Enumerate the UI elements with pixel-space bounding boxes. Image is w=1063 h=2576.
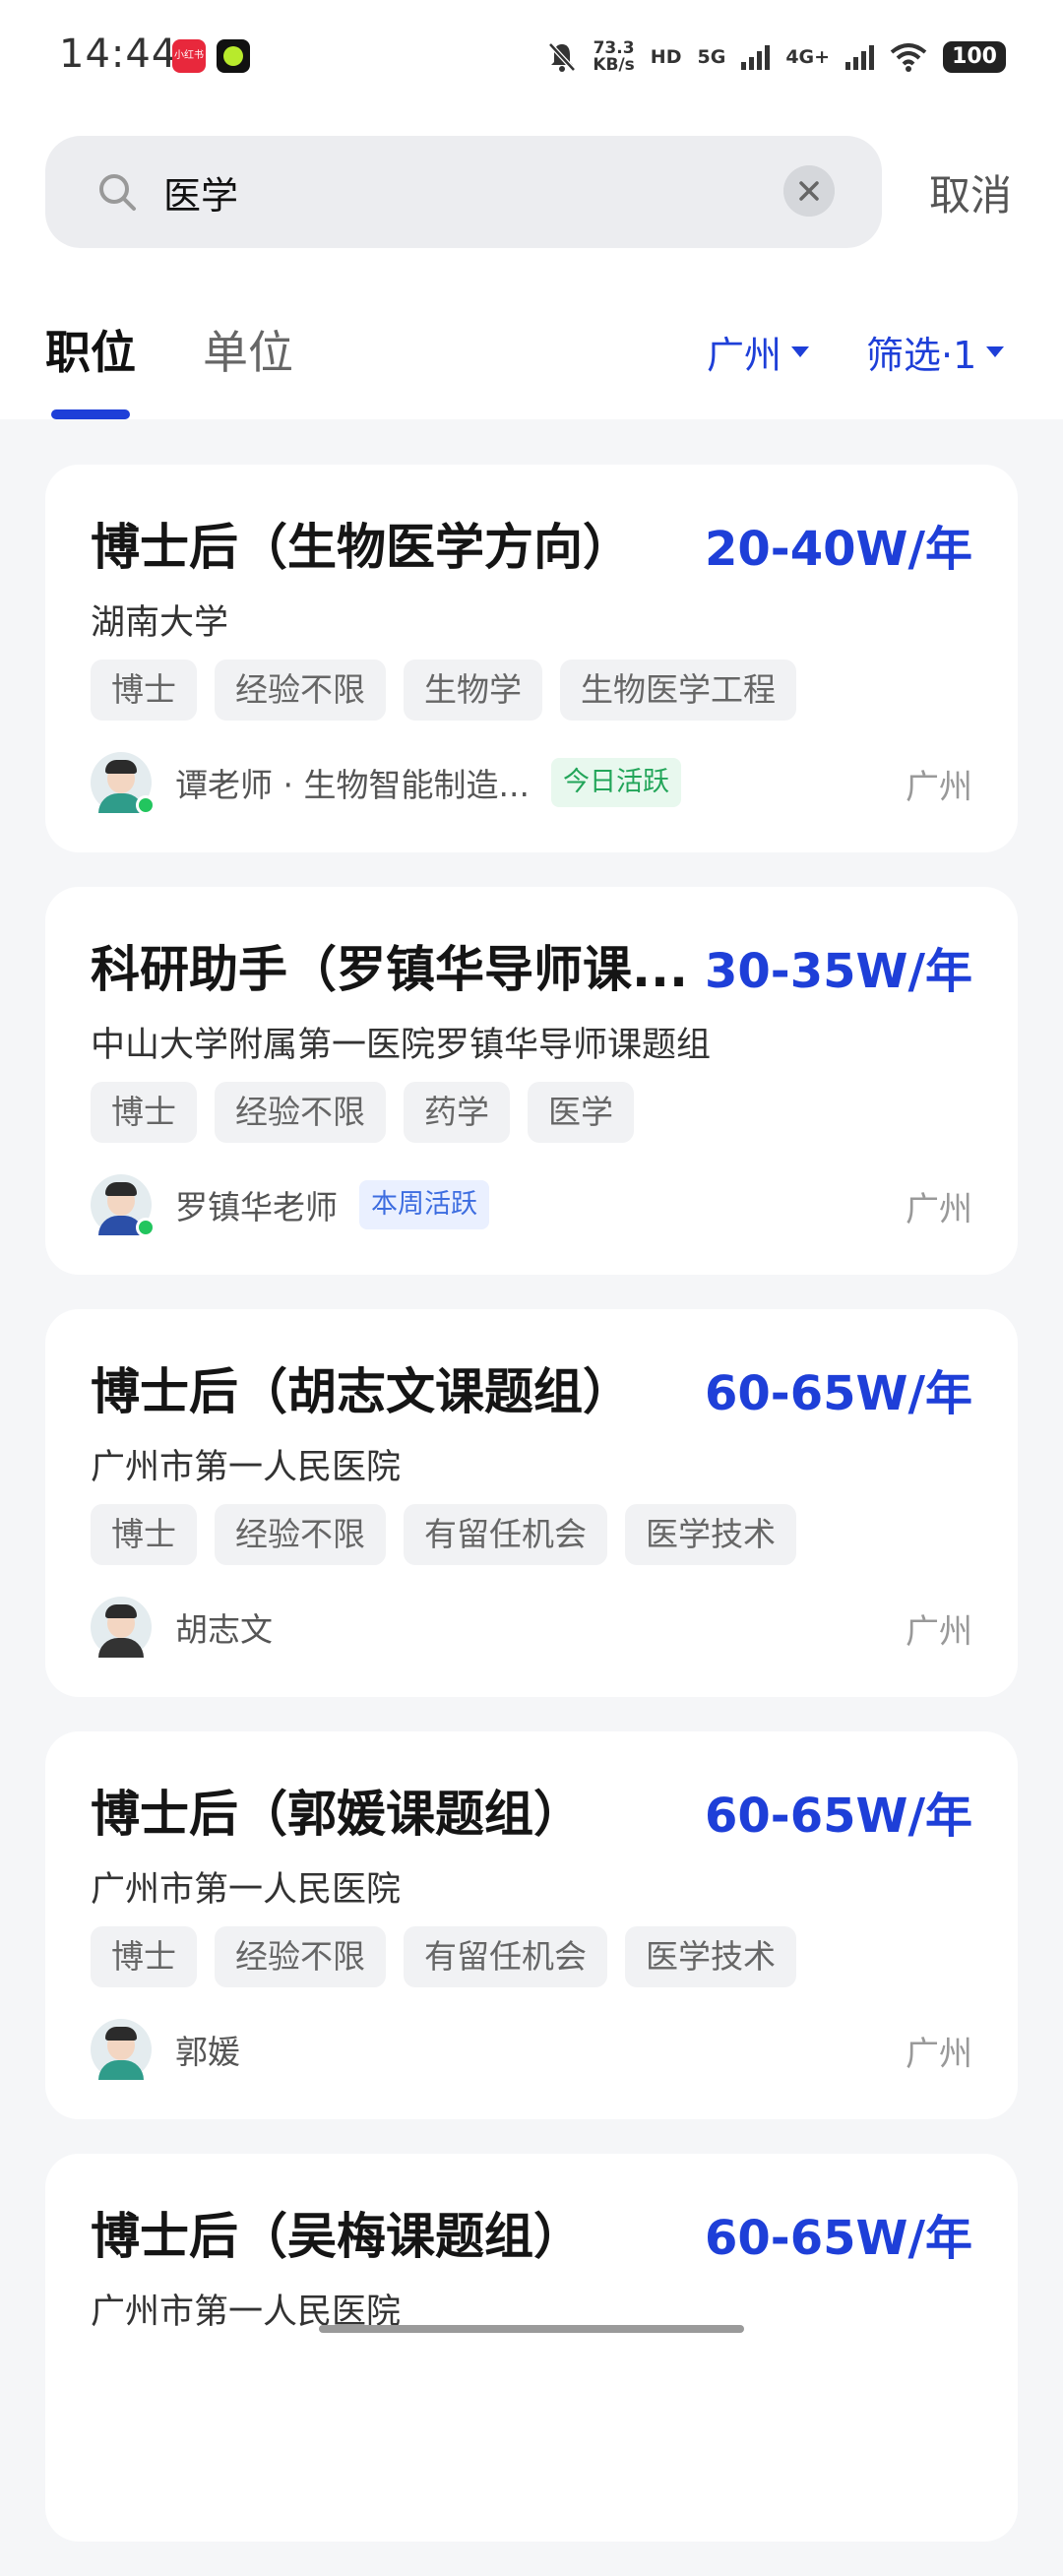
job-tag: 有留任机会 (404, 1926, 607, 1987)
hd-voice-icon: HD (650, 46, 682, 68)
job-tag: 经验不限 (215, 1926, 386, 1987)
job-tag: 博士 (91, 1082, 197, 1143)
job-salary: 30-35W/年 (705, 944, 972, 999)
recruiter-row: 罗镇华老师 本周活跃 (91, 1172, 489, 1237)
recruiter-avatar (91, 1174, 156, 1237)
job-tag: 医学技术 (625, 1926, 796, 1987)
recruiter-name: 罗镇华老师 (175, 1188, 338, 1226)
online-status-dot (136, 795, 156, 815)
recruiter-avatar (91, 752, 156, 815)
job-card[interactable]: 博士后（生物医学方向） 20-40W/年 湖南大学 博士 经验不限 生物学 生物… (45, 465, 1018, 852)
filter-label: 筛选·1 (866, 334, 977, 377)
job-tags: 博士 经验不限 药学 医学 (91, 1082, 634, 1143)
job-title: 博士后（生物医学方向） (91, 519, 632, 576)
job-salary: 60-65W/年 (705, 1789, 972, 1844)
job-tag: 经验不限 (215, 660, 386, 721)
job-organization: 广州市第一人民医院 (91, 1870, 402, 1910)
job-city: 广州 (906, 768, 972, 807)
job-tag: 医学技术 (625, 1504, 796, 1565)
job-tag: 有留任机会 (404, 1504, 607, 1565)
job-salary: 60-65W/年 (705, 2211, 972, 2266)
job-title: 博士后（吴梅课题组） (91, 2208, 583, 2265)
job-tag: 生物医学工程 (560, 660, 796, 721)
home-indicator[interactable] (319, 2325, 744, 2333)
recruiter-avatar (91, 1597, 152, 1658)
job-card[interactable]: 博士后（郭媛课题组） 60-65W/年 广州市第一人民医院 博士 经验不限 有留… (45, 1731, 1018, 2119)
job-card[interactable]: 科研助手（罗镇华导师课... 30-35W/年 中山大学附属第一医院罗镇华导师课… (45, 887, 1018, 1275)
recruiter-row: 胡志文 (91, 1595, 273, 1660)
tab-organizations[interactable]: 单位 (203, 317, 293, 382)
job-card[interactable]: 博士后（胡志文课题组） 60-65W/年 广州市第一人民医院 博士 经验不限 有… (45, 1309, 1018, 1697)
job-tag: 博士 (91, 1926, 197, 1987)
job-tag: 博士 (91, 660, 197, 721)
sim2-network-label: 4G+ (785, 46, 831, 68)
city-filter-dropdown[interactable]: 广州 (707, 325, 810, 379)
status-bar: 14:44 小红书 73.3 KB/s HD 5G 4G+ 100 (0, 0, 1063, 116)
job-tags: 博士 经验不限 生物学 生物医学工程 (91, 660, 796, 721)
job-organization: 湖南大学 (91, 603, 229, 643)
job-list: 博士后（生物医学方向） 20-40W/年 湖南大学 博士 经验不限 生物学 生物… (45, 465, 1018, 2576)
clear-search-icon[interactable] (783, 165, 835, 217)
status-time: 14:44 (59, 31, 178, 77)
wifi-icon (890, 43, 927, 72)
search-icon (99, 174, 136, 211)
header-area: 14:44 小红书 73.3 KB/s HD 5G 4G+ 100 医学 取消 … (0, 0, 1063, 419)
filter-dropdown[interactable]: 筛选·1 (866, 325, 1005, 379)
job-tag: 博士 (91, 1504, 197, 1565)
job-tag: 医学 (528, 1082, 634, 1143)
activity-badge: 本周活跃 (359, 1180, 489, 1229)
online-status-dot (136, 1218, 156, 1237)
caret-down-icon (791, 346, 810, 357)
caret-down-icon (986, 346, 1005, 357)
job-city: 广州 (906, 1612, 972, 1652)
search-input[interactable] (163, 161, 793, 222)
recruiter-row: 郭媛 (91, 2017, 240, 2082)
job-title: 博士后（胡志文课题组） (91, 1363, 632, 1420)
job-city: 广州 (906, 1190, 972, 1229)
city-filter-label: 广州 (707, 334, 782, 377)
signal-bars-icon-2 (845, 44, 875, 70)
recruiter-name: 谭老师 · 生物智能制造... (175, 766, 530, 804)
job-salary: 60-65W/年 (705, 1366, 972, 1421)
activity-badge: 今日活跃 (550, 758, 681, 807)
recruiter-row: 谭老师 · 生物智能制造... 今日活跃 (91, 750, 681, 815)
xiaohongshu-app-icon: 小红书 (172, 39, 206, 73)
job-tags: 博士 经验不限 有留任机会 医学技术 (91, 1926, 796, 1987)
job-tag: 经验不限 (215, 1504, 386, 1565)
job-title: 博士后（郭媛课题组） (91, 1786, 583, 1843)
job-tag: 生物学 (404, 660, 542, 721)
recruiter-name: 郭媛 (175, 2033, 240, 2071)
job-salary: 20-40W/年 (705, 522, 972, 577)
network-speed: 73.3 KB/s (593, 38, 635, 75)
sim1-network-label: 5G (697, 46, 726, 68)
app-notification-icon (217, 39, 250, 73)
job-tags: 博士 经验不限 有留任机会 医学技术 (91, 1504, 796, 1565)
job-organization: 中山大学附属第一医院罗镇华导师课题组 (91, 1026, 712, 1065)
battery-indicator: 100 (943, 41, 1006, 73)
job-city: 广州 (906, 2035, 972, 2074)
job-title: 科研助手（罗镇华导师课... (91, 941, 688, 998)
job-tag: 药学 (404, 1082, 510, 1143)
tab-jobs[interactable]: 职位 (45, 317, 136, 382)
status-indicators: 73.3 KB/s HD 5G 4G+ 100 (547, 35, 1006, 79)
job-card[interactable]: 博士后（吴梅课题组） 60-65W/年 广州市第一人民医院 (45, 2154, 1018, 2542)
cancel-button[interactable]: 取消 (929, 162, 1012, 222)
active-tab-indicator (51, 409, 130, 419)
search-bar[interactable] (45, 136, 882, 248)
mute-bell-icon (548, 42, 577, 72)
recruiter-avatar (91, 2019, 152, 2080)
job-organization: 广州市第一人民医院 (91, 1448, 402, 1487)
signal-bars-icon (741, 44, 771, 70)
recruiter-name: 胡志文 (175, 1610, 273, 1649)
job-tag: 经验不限 (215, 1082, 386, 1143)
